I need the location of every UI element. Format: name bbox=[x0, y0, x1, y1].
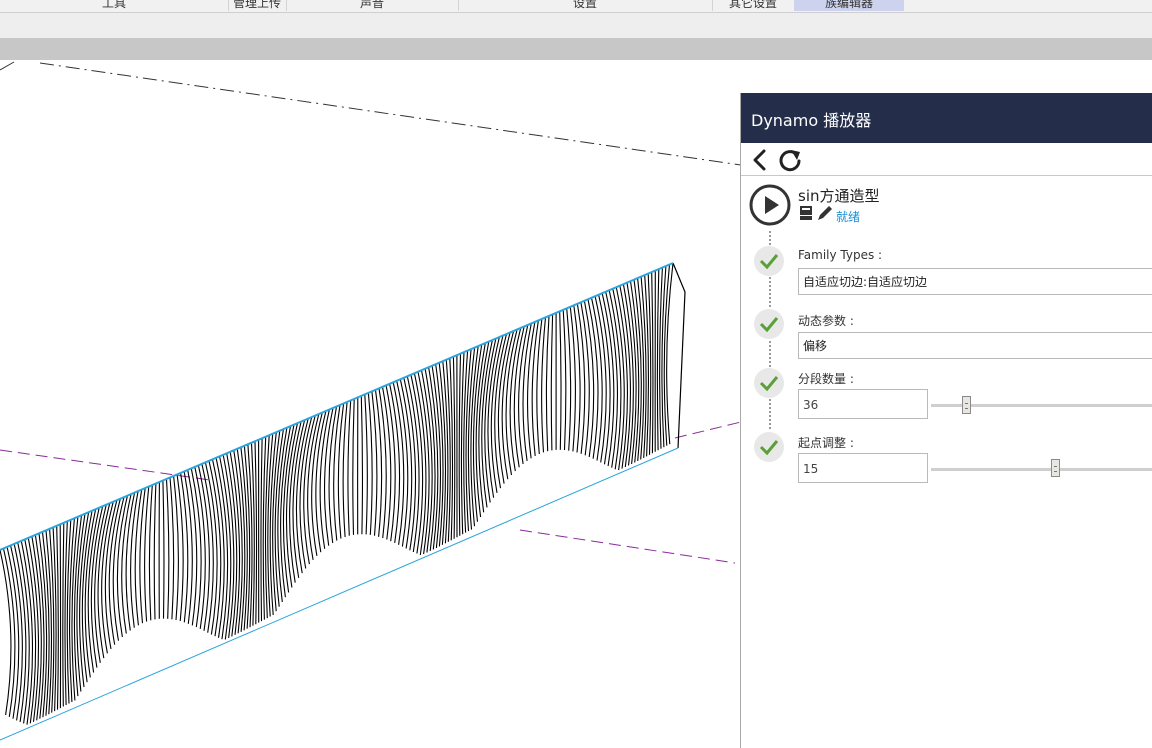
fin-line bbox=[559, 311, 562, 450]
fin-line bbox=[541, 317, 547, 453]
fin-line bbox=[562, 309, 567, 451]
fin-line bbox=[153, 483, 157, 620]
fin-line bbox=[656, 268, 660, 451]
checkmark-icon bbox=[759, 440, 779, 456]
ribbon-tab-bar: 工具 管理上传 声音 设置 其它设置 族编辑器 bbox=[0, 0, 1152, 13]
fin-line bbox=[254, 441, 258, 625]
fin-line bbox=[183, 471, 193, 624]
level-line-left bbox=[0, 449, 211, 481]
tab-other-settings[interactable]: 其它设置 bbox=[712, 0, 795, 11]
model-canvas[interactable] bbox=[0, 60, 741, 748]
fin-line bbox=[360, 395, 364, 535]
dynamic-param-label: 动态参数 : bbox=[798, 314, 854, 328]
input-status-check bbox=[754, 432, 784, 462]
tab-manage-upload[interactable]: 管理上传 bbox=[228, 0, 287, 11]
fin-line bbox=[0, 549, 12, 716]
fin-line bbox=[162, 480, 165, 619]
step-connector bbox=[769, 341, 771, 367]
input-status-check bbox=[754, 368, 784, 398]
fin-line bbox=[62, 522, 65, 707]
fin-line bbox=[458, 353, 462, 536]
fin-line bbox=[148, 484, 153, 621]
segment-count-slider-thumb[interactable] bbox=[961, 396, 971, 414]
workplane-line-top bbox=[39, 62, 741, 166]
script-row: sin方通造型 就绪 bbox=[741, 181, 1152, 231]
panel-nav-bar bbox=[741, 143, 1152, 176]
fin-line bbox=[56, 525, 59, 710]
chevron-left-icon[interactable] bbox=[747, 147, 773, 173]
play-icon bbox=[749, 184, 791, 226]
tab-settings[interactable]: 设置 bbox=[458, 0, 713, 11]
fin-line bbox=[364, 394, 368, 535]
start-adjust-label: 起点调整 : bbox=[798, 436, 854, 450]
step-connector bbox=[769, 399, 771, 429]
fin-line bbox=[396, 380, 409, 547]
start-adjust-input[interactable]: 15 bbox=[798, 453, 928, 483]
segment-count-input[interactable]: 36 bbox=[798, 389, 928, 419]
fin-line bbox=[144, 486, 150, 622]
pencil-icon bbox=[818, 206, 832, 220]
panel-header: Dynamo 播放器 bbox=[741, 93, 1152, 143]
view-tab-strip bbox=[0, 38, 1152, 60]
dynamo-player-panel: Dynamo 播放器 sin方通造型 就绪 Family Types: 自适应… bbox=[740, 93, 1152, 748]
fin-line bbox=[260, 438, 263, 622]
tab-family-editor[interactable]: 族编辑器 bbox=[794, 0, 904, 11]
family-types-dropdown[interactable]: 自适应切边:自适应切边 bbox=[798, 268, 1152, 295]
fin-line bbox=[352, 398, 355, 535]
fin-line bbox=[197, 465, 210, 631]
checkmark-icon bbox=[759, 254, 779, 270]
fin-line bbox=[545, 315, 550, 452]
checkmark-icon bbox=[759, 376, 779, 392]
fin-line bbox=[342, 401, 348, 538]
fin-line bbox=[173, 475, 179, 621]
fin-line bbox=[566, 308, 572, 451]
family-types-label: Family Types : bbox=[798, 248, 883, 262]
fin-end-cap bbox=[672, 262, 686, 449]
fin-line bbox=[452, 356, 456, 539]
ribbon-panel bbox=[0, 13, 1152, 38]
fin-line bbox=[169, 477, 175, 620]
fin-line bbox=[550, 314, 554, 451]
checkmark-icon bbox=[759, 317, 779, 333]
fin-line bbox=[165, 478, 170, 619]
panel-title: Dynamo 播放器 bbox=[751, 111, 872, 130]
fin-line bbox=[651, 272, 654, 454]
step-connector bbox=[769, 231, 771, 245]
step-connector bbox=[769, 277, 771, 307]
status-label: 就绪 bbox=[836, 210, 861, 224]
fin-line bbox=[367, 392, 373, 535]
sine-fin-array bbox=[0, 262, 686, 725]
input-status-check bbox=[754, 309, 784, 339]
tab-tools[interactable]: 工具 bbox=[0, 0, 229, 11]
script-file-icon bbox=[800, 206, 812, 220]
fin-line bbox=[371, 391, 378, 536]
script-name: sin方通造型 bbox=[798, 187, 880, 205]
script-actions bbox=[799, 205, 835, 223]
level-line-back bbox=[674, 421, 741, 439]
workplane-line-corner bbox=[0, 61, 15, 71]
fin-line bbox=[381, 386, 392, 540]
refresh-icon[interactable] bbox=[777, 147, 803, 173]
top-edge-highlight bbox=[0, 262, 674, 551]
level-line-right bbox=[519, 529, 736, 564]
run-script-button[interactable] bbox=[749, 184, 791, 226]
start-adjust-slider-thumb[interactable] bbox=[1051, 459, 1061, 477]
start-adjust-slider[interactable] bbox=[931, 468, 1152, 471]
segment-count-label: 分段数量 : bbox=[798, 372, 854, 386]
dynamic-param-dropdown[interactable]: 偏移 bbox=[798, 332, 1152, 359]
fin-line bbox=[594, 296, 607, 463]
input-status-check bbox=[754, 246, 784, 276]
3d-viewport[interactable] bbox=[0, 60, 741, 748]
fin-line bbox=[347, 400, 352, 536]
tab-sound[interactable]: 声音 bbox=[286, 0, 459, 11]
